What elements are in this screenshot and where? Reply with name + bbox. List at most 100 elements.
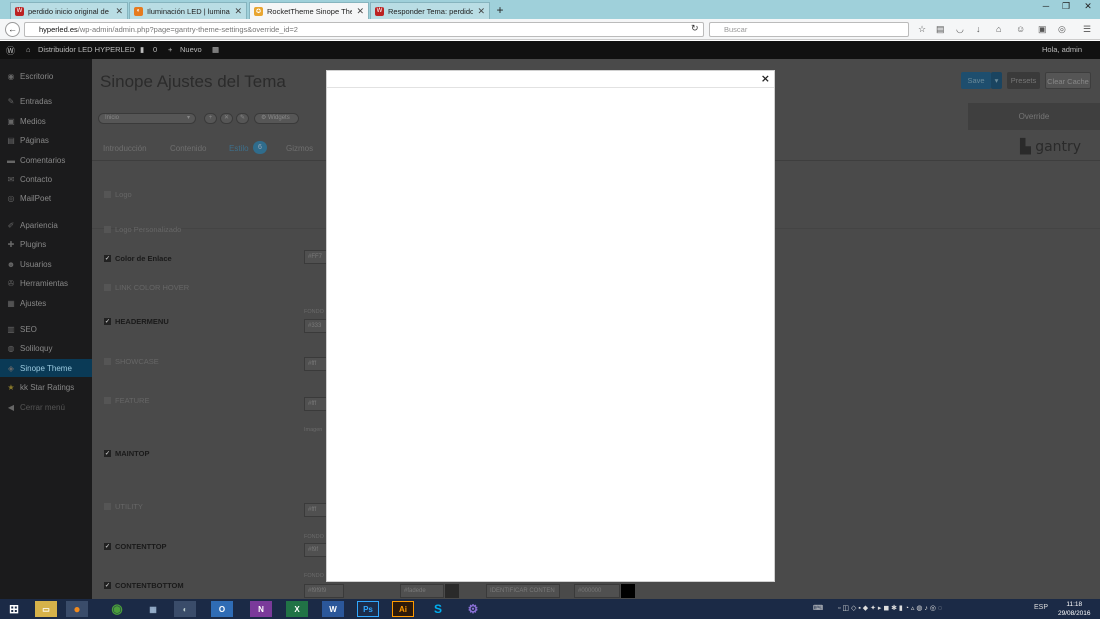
sidebar-item-kk-star-ratings[interactable]: ★ kk Star Ratings: [0, 378, 92, 396]
contentbottom-color-input-3[interactable]: #000000: [574, 584, 620, 598]
sidebar-item-mailpoet[interactable]: ◎ MailPoet: [0, 189, 92, 207]
browser-tab-1[interactable]: W perdido inicio original de t... ✕: [10, 2, 128, 19]
option-feature[interactable]: FEATURE: [104, 396, 149, 405]
sidebar-item-entradas[interactable]: ✎ Entradas: [0, 92, 92, 110]
close-tab-icon[interactable]: ✕: [477, 6, 485, 17]
presets-button[interactable]: Presets: [1007, 72, 1040, 89]
file-explorer-icon[interactable]: ▭: [35, 601, 57, 617]
sidebar-item-contacto[interactable]: ✉ Contacto: [0, 170, 92, 188]
checkbox[interactable]: [104, 191, 111, 198]
edit-icon[interactable]: ✎: [236, 113, 249, 124]
screenshot-icon[interactable]: ▣: [1038, 24, 1047, 35]
skype-icon[interactable]: S: [427, 601, 449, 617]
addon-icon[interactable]: ◎: [1058, 24, 1066, 35]
checkbox[interactable]: [104, 284, 111, 291]
sidebar-item-usuarios[interactable]: ☻ Usuarios: [0, 255, 92, 273]
download-icon[interactable]: ↓: [976, 24, 981, 34]
minimize-icon[interactable]: ─: [1036, 1, 1056, 11]
option-color-de-enlace[interactable]: ✓ Color de Enlace: [104, 254, 172, 263]
onenote-icon[interactable]: N: [250, 601, 272, 617]
close-window-icon[interactable]: ✕: [1078, 1, 1098, 11]
option-utility[interactable]: UTILITY: [104, 502, 143, 511]
sidebar-item-cerrar-menu[interactable]: ◀ Cerrar menú: [0, 398, 92, 416]
sidebar-item-sinope-theme[interactable]: ◈ Sinope Theme: [0, 359, 92, 377]
back-arrow-icon[interactable]: ←: [5, 22, 20, 37]
checkbox[interactable]: [104, 226, 111, 233]
system-clock[interactable]: 11:18 29/08/2016: [1058, 600, 1091, 618]
widgets-button[interactable]: ⚙ Widgets: [254, 113, 299, 124]
checkbox[interactable]: ✓: [104, 255, 111, 262]
tray-icons[interactable]: ▫ ◫ ◇ ▪ ◆ ✦ ▸ ◼ ✱ ▮ ◔ ▵ ◍ ♪ ◎ ◌: [838, 604, 942, 612]
checkbox[interactable]: [104, 503, 111, 510]
clear-cache-button[interactable]: Clear Cache: [1045, 72, 1091, 89]
sidebar-item-escritorio[interactable]: ◉ Escritorio: [0, 67, 92, 85]
checkbox[interactable]: ✓: [104, 582, 111, 589]
pocket-icon[interactable]: ◡: [956, 24, 964, 35]
browser-tab-2[interactable]: ◐ Iluminación LED | luminari... ✕: [129, 2, 247, 19]
sidebar-item-plugins[interactable]: ✚ Plugins: [0, 235, 92, 253]
color-swatch[interactable]: [621, 584, 635, 598]
language-indicator[interactable]: ESP: [1034, 604, 1048, 611]
save-dropdown-icon[interactable]: ▾: [991, 72, 1002, 89]
checkbox[interactable]: ✓: [104, 543, 111, 550]
reading-list-icon[interactable]: ▤: [936, 24, 945, 35]
restore-icon[interactable]: ❐: [1056, 1, 1076, 11]
sidebar-item-medios[interactable]: ▣ Medios: [0, 112, 92, 130]
excel-icon[interactable]: X: [286, 601, 308, 617]
sidebar-item-ajustes[interactable]: ▦ Ajustes: [0, 294, 92, 312]
checkbox[interactable]: ✓: [104, 450, 111, 457]
settings-gear-icon[interactable]: ⚙: [462, 601, 484, 617]
new-tab-button[interactable]: +: [492, 3, 508, 17]
delete-icon[interactable]: ✕: [220, 113, 233, 124]
sidebar-item-comentarios[interactable]: ▬ Comentarios: [0, 151, 92, 169]
close-tab-icon[interactable]: ✕: [115, 6, 123, 17]
checkbox[interactable]: ✓: [104, 318, 111, 325]
option-headermenu[interactable]: ✓ HEADERMENU: [104, 317, 169, 326]
sidebar-item-seo[interactable]: ▥ SEO: [0, 320, 92, 338]
app-icon[interactable]: ◐: [174, 601, 196, 617]
url-bar[interactable]: hyperled.es/wp-admin/admin.php?page=gant…: [24, 22, 704, 37]
new-content-link[interactable]: Nuevo: [180, 45, 202, 54]
windows-start-icon[interactable]: ⊞: [3, 601, 25, 617]
firefox-icon[interactable]: ●: [66, 601, 88, 617]
option-logo[interactable]: Logo: [104, 190, 132, 199]
site-name-link[interactable]: Distribuidor LED HYPERLED: [38, 45, 135, 54]
tab-introduccion[interactable]: Introducción: [103, 144, 147, 153]
wordpress-logo-icon[interactable]: Ⓦ: [6, 44, 15, 57]
option-maintop[interactable]: ✓ MAINTOP: [104, 449, 149, 458]
menu-hamburger-icon[interactable]: ☰: [1083, 24, 1091, 35]
save-button[interactable]: Save: [961, 72, 991, 89]
option-contenttop[interactable]: ✓ CONTENTTOP: [104, 542, 167, 551]
tab-contenido[interactable]: Contenido: [170, 144, 206, 153]
tab-estilo[interactable]: Estilo: [229, 144, 249, 153]
word-icon[interactable]: W: [322, 601, 344, 617]
chrome-icon[interactable]: ◉: [106, 601, 128, 617]
sidebar-item-paginas[interactable]: ▤ Páginas: [0, 131, 92, 149]
bookmark-star-icon[interactable]: ☆: [918, 24, 926, 35]
sidebar-item-herramientas[interactable]: ✇ Herramientas: [0, 274, 92, 292]
checkbox[interactable]: [104, 358, 111, 365]
keyboard-icon[interactable]: ⌨: [813, 604, 823, 612]
close-tab-icon[interactable]: ✕: [356, 6, 364, 17]
close-icon[interactable]: ×: [761, 72, 770, 85]
close-tab-icon[interactable]: ✕: [234, 6, 242, 17]
checkbox[interactable]: [104, 397, 111, 404]
illustrator-icon[interactable]: Ai: [392, 601, 414, 617]
identify-content-input[interactable]: IDENTIFICAR CONTEN: [486, 584, 560, 598]
contentbottom-color-input-1[interactable]: #f9f9f9: [304, 584, 344, 598]
option-contentbottom[interactable]: ✓ CONTENTBOTTOM: [104, 581, 184, 590]
browser-tab-3[interactable]: ✪ RocketTheme Sinope The... ✕: [249, 2, 369, 19]
color-swatch[interactable]: [445, 584, 459, 598]
chat-icon[interactable]: ☺: [1016, 24, 1025, 34]
search-input[interactable]: Buscar: [709, 22, 909, 37]
option-logo-personalizado[interactable]: Logo Personalizado: [104, 225, 181, 234]
tab-gizmos[interactable]: Gizmos: [286, 144, 313, 153]
override-button[interactable]: Override: [968, 103, 1100, 130]
photoshop-icon[interactable]: Ps: [357, 601, 379, 617]
add-icon[interactable]: +: [204, 113, 217, 124]
inicio-select[interactable]: Inicio ▾: [98, 113, 196, 124]
home-icon[interactable]: ⌂: [996, 24, 1001, 34]
contentbottom-color-input-2[interactable]: #fadede: [400, 584, 444, 598]
browser-tab-4[interactable]: W Responder Tema: perdido ... ✕: [370, 2, 490, 19]
reload-icon[interactable]: ↻: [691, 23, 699, 34]
